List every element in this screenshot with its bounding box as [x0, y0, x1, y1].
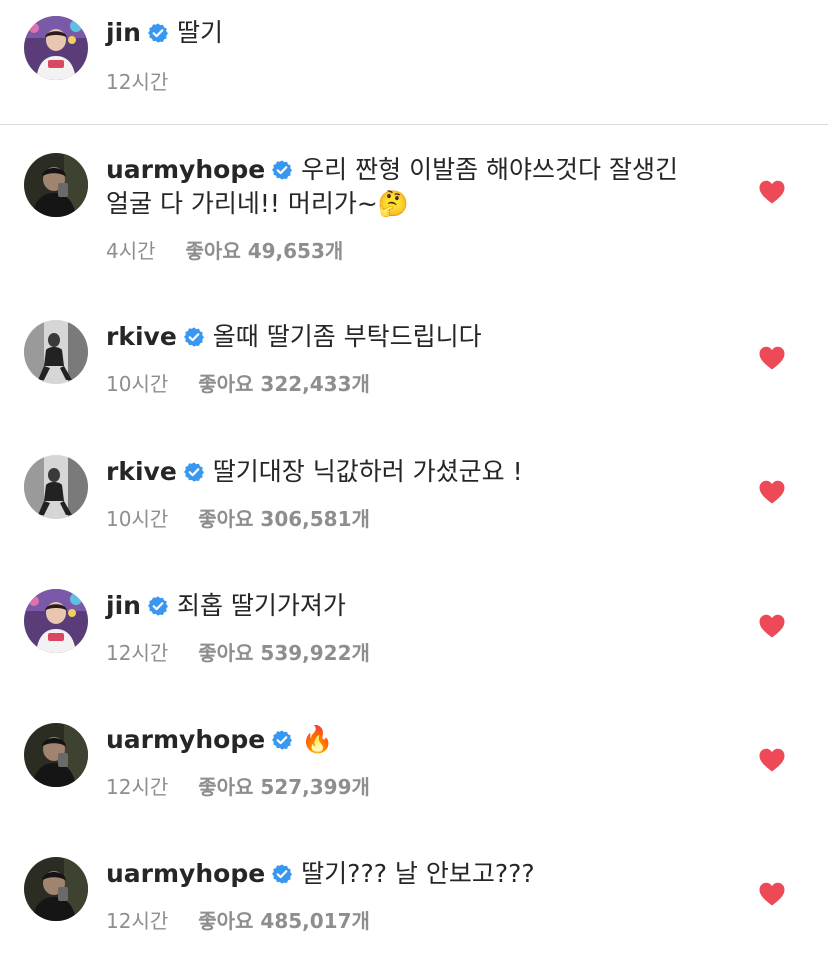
comment-likes[interactable]: 좋아요 322,433개: [198, 368, 370, 397]
verified-badge-icon: [271, 729, 293, 751]
like-heart-icon[interactable]: [758, 479, 786, 505]
comment-text: 딸기대장 닉값하러 가셨군요 !: [212, 457, 523, 486]
comment-text: 🔥: [301, 725, 334, 755]
avatar-uarmyhope-icon: [24, 153, 88, 217]
like-heart-icon[interactable]: [758, 881, 786, 907]
avatar-jin-icon: [24, 589, 88, 653]
like-heart-icon[interactable]: [758, 613, 786, 639]
comment-username[interactable]: uarmyhope: [106, 155, 265, 184]
verified-badge-icon: [271, 159, 293, 181]
comment-time[interactable]: 4시간: [106, 235, 156, 264]
comment-likes[interactable]: 좋아요 306,581개: [198, 503, 370, 532]
like-heart-icon[interactable]: [758, 747, 786, 773]
caption: jin 딸기 12시간: [0, 0, 828, 125]
comment-likes[interactable]: 좋아요 539,922개: [198, 637, 370, 666]
comment-text-line2: 얼굴 다 가리네!! 머리가~🤔: [106, 189, 409, 218]
comment-time[interactable]: 10시간: [106, 503, 168, 532]
comment-time[interactable]: 12시간: [106, 905, 168, 934]
comment-meta: 12시간 좋아요 485,017개: [106, 905, 370, 934]
avatar[interactable]: [24, 455, 88, 519]
caption-body: jin 딸기: [106, 16, 706, 50]
comment-time[interactable]: 12시간: [106, 637, 168, 666]
avatar-rkive-icon: [24, 320, 88, 384]
verified-badge-icon: [147, 22, 169, 44]
caption-username[interactable]: jin: [106, 18, 141, 47]
caption-text: 딸기: [176, 18, 223, 47]
comment-body: rkive 딸기대장 닉값하러 가셨군요 !: [106, 455, 706, 489]
avatar[interactable]: [24, 589, 88, 653]
verified-badge-icon: [271, 863, 293, 885]
comment-likes[interactable]: 좋아요 485,017개: [198, 905, 370, 934]
comment-meta: 10시간 좋아요 322,433개: [106, 368, 370, 397]
comment-username[interactable]: uarmyhope: [106, 859, 265, 888]
avatar[interactable]: [24, 153, 88, 217]
comment-username[interactable]: uarmyhope: [106, 725, 265, 754]
divider: [0, 124, 828, 125]
comment-likes[interactable]: 좋아요 527,399개: [198, 771, 370, 800]
comment-meta: 10시간 좋아요 306,581개: [106, 503, 370, 532]
comment-text: 죄홉 딸기가져가: [176, 591, 346, 620]
comment-meta: 12시간 좋아요 539,922개: [106, 637, 370, 666]
comment-body: uarmyhope 🔥: [106, 723, 706, 757]
verified-badge-icon: [183, 326, 205, 348]
avatar-uarmyhope-icon: [24, 857, 88, 921]
comment-meta: 4시간 좋아요 49,653개: [106, 235, 343, 264]
comment-body: jin 죄홉 딸기가져가: [106, 589, 706, 623]
comment-username[interactable]: rkive: [106, 322, 177, 351]
comment-time[interactable]: 10시간: [106, 368, 168, 397]
avatar[interactable]: [24, 857, 88, 921]
caption-time[interactable]: 12시간: [106, 66, 168, 95]
caption-meta: 12시간: [106, 66, 168, 95]
like-heart-icon[interactable]: [758, 345, 786, 371]
avatar-jin-icon: [24, 16, 88, 80]
comment-time[interactable]: 12시간: [106, 771, 168, 800]
avatar-uarmyhope-icon: [24, 723, 88, 787]
avatar[interactable]: [24, 16, 88, 80]
verified-badge-icon: [147, 595, 169, 617]
comment-body: uarmyhope 우리 짠형 이발좀 해야쓰것다 잘생긴 얼굴 다 가리네!! …: [106, 153, 706, 221]
comment-text: 올때 딸기좀 부탁드립니다: [212, 322, 482, 351]
comment-text: 딸기??? 날 안보고???: [301, 859, 535, 888]
avatar[interactable]: [24, 320, 88, 384]
avatar-rkive-icon: [24, 455, 88, 519]
comment-username[interactable]: jin: [106, 591, 141, 620]
avatar[interactable]: [24, 723, 88, 787]
verified-badge-icon: [183, 461, 205, 483]
comment-meta: 12시간 좋아요 527,399개: [106, 771, 370, 800]
comment-body: rkive 올때 딸기좀 부탁드립니다: [106, 320, 706, 354]
comment-likes[interactable]: 좋아요 49,653개: [186, 235, 344, 264]
comment-body: uarmyhope 딸기??? 날 안보고???: [106, 857, 706, 891]
comment-username[interactable]: rkive: [106, 457, 177, 486]
like-heart-icon[interactable]: [758, 179, 786, 205]
comment-text: 우리 짠형 이발좀 해야쓰것다 잘생긴: [301, 155, 678, 184]
